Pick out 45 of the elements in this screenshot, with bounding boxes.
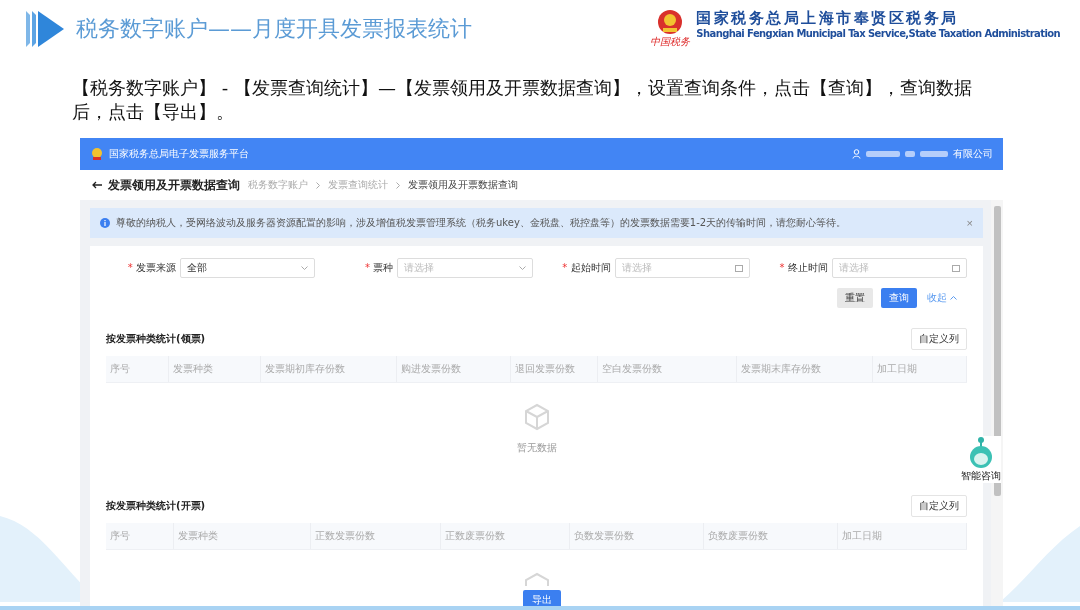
column-header: 序号: [106, 523, 174, 549]
select-field[interactable]: 请选择: [397, 258, 533, 278]
column-header: 正数废票份数: [441, 523, 571, 549]
close-button[interactable]: ×: [966, 217, 973, 229]
select-field[interactable]: 全部: [180, 258, 316, 278]
column-header: 正数发票份数: [310, 523, 442, 549]
reset-button[interactable]: 重置: [837, 288, 873, 308]
notice-text: 尊敬的纳税人，受网络波动及服务器资源配置的影响，涉及增值税发票管理系统（税务ukey、金税盘、税控盘等）的发票数据需要1-2天的传输时间，请您耐心等待。: [116, 216, 848, 230]
page-title[interactable]: 发票领用及开票数据查询: [92, 176, 240, 194]
field-label: * 发票来源: [126, 261, 176, 275]
query-button[interactable]: 查询: [881, 288, 917, 308]
column-header: 空白发票份数: [598, 356, 738, 382]
date-field[interactable]: 请选择: [831, 258, 967, 278]
column-header: 负数废票份数: [704, 523, 838, 549]
breadcrumb-item[interactable]: 发票查询统计: [328, 178, 388, 192]
platform-name: 国家税务总局电子发票服务平台: [109, 147, 250, 161]
custom-columns-button[interactable]: 自定义列: [911, 328, 967, 350]
column-header: 加工日期: [872, 356, 967, 382]
column-header: 序号: [106, 356, 169, 382]
instruction-text: 【税务数字账户】 - 【发票查询统计】—【发票领用及开票数据查询】，设置查询条件，点击【查询】，查询数据后，点击【导出】。: [72, 76, 973, 124]
column-header: 发票期末库存份数: [737, 356, 873, 382]
field-label: * 起始时间: [561, 261, 611, 275]
column-header: 加工日期: [838, 523, 967, 549]
breadcrumb-item: 发票领用及开票数据查询: [408, 178, 518, 192]
section-title: 按发票种类统计(开票): [106, 499, 206, 513]
column-header: 负数发票份数: [570, 523, 705, 549]
motto-text: 中国税务: [650, 35, 691, 49]
column-header: 发票种类: [168, 356, 262, 382]
custom-columns-button[interactable]: 自定义列: [911, 495, 967, 517]
column-header: 购进发票份数: [396, 356, 511, 382]
column-header: 发票期初库存份数: [261, 356, 397, 382]
empty-text: 暂无数据: [516, 441, 557, 455]
column-header: 发票种类: [173, 523, 311, 549]
breadcrumb-item[interactable]: 税务数字账户: [248, 178, 308, 192]
date-field[interactable]: 请选择: [614, 258, 750, 278]
column-header: 退回发票份数: [510, 356, 599, 382]
organization-name-english: Shanghai Fengxian Municipal Tax Service,State Taxation Administration: [696, 28, 1060, 39]
organization-name: 国家税务总局上海市奉贤区税务局: [696, 9, 960, 28]
company-name: 有限公司: [953, 147, 993, 161]
field-label: * 终止时间: [778, 261, 828, 275]
collapse-button[interactable]: 收起: [925, 288, 959, 308]
assistant-widget[interactable]: 智能咨询: [961, 436, 1001, 483]
section-title: 按发票种类统计(领票): [106, 332, 206, 346]
field-label: * 票种: [364, 261, 394, 275]
slide-title: 税务数字账户——月度开具发票报表统计: [76, 15, 473, 43]
